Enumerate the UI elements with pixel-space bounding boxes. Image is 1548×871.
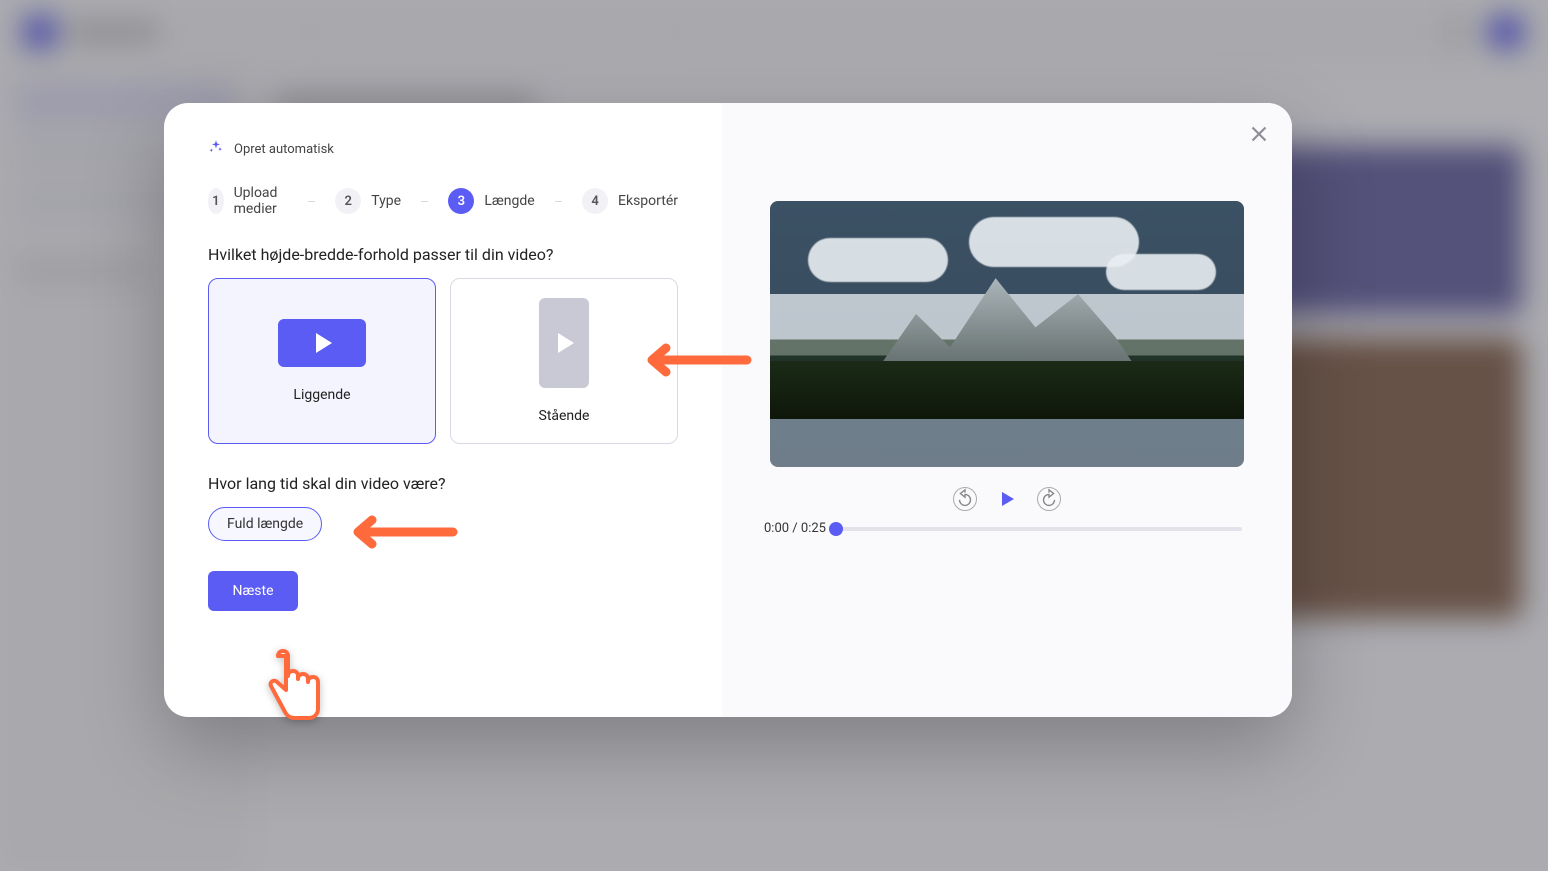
time-display: 0:00 / 0:25 [764,521,826,536]
step-length[interactable]: 3 Længde [448,188,534,214]
seek-track[interactable] [836,527,1242,531]
landscape-thumb [278,319,366,367]
play-button[interactable] [995,487,1019,511]
play-icon [558,333,574,353]
next-button[interactable]: Næste [208,571,298,611]
ratio-options: Liggende Stående [208,278,678,444]
video-preview[interactable] [770,201,1244,467]
step-type[interactable]: 2 Type [335,188,401,214]
question-length: Hvor lang tid skal din video være? [208,474,678,493]
wizard-modal: Opret automatisk 1 Upload medier 2 Type … [164,103,1292,717]
sparkle-icon [208,139,224,159]
question-ratio: Hvilket højde-bredde-forhold passer til … [208,245,678,264]
forward-5-button[interactable] [1037,487,1061,511]
step-export[interactable]: 4 Eksportér [582,188,678,214]
annotation-pointer-next [262,646,332,736]
wizard-right-panel: 0:00 / 0:25 [722,103,1292,717]
seek-bar-row: 0:00 / 0:25 [754,521,1260,536]
portrait-thumb [539,298,589,388]
annotation-arrow-length [338,507,458,557]
step-upload[interactable]: 1 Upload medier [208,185,288,217]
ratio-landscape[interactable]: Liggende [208,278,436,444]
auto-create-header: Opret automatisk [208,139,678,159]
auto-create-label: Opret automatisk [234,142,334,157]
wizard-left-panel: Opret automatisk 1 Upload medier 2 Type … [164,103,722,717]
close-button[interactable] [1246,121,1272,147]
annotation-arrow-portrait [632,335,752,385]
video-controls [953,487,1061,511]
length-pill-full[interactable]: Fuld længde [208,507,322,541]
play-icon [316,333,332,353]
stepper: 1 Upload medier 2 Type 3 Længde 4 Ekspor… [208,185,678,217]
seek-thumb[interactable] [829,522,843,536]
rewind-5-button[interactable] [953,487,977,511]
